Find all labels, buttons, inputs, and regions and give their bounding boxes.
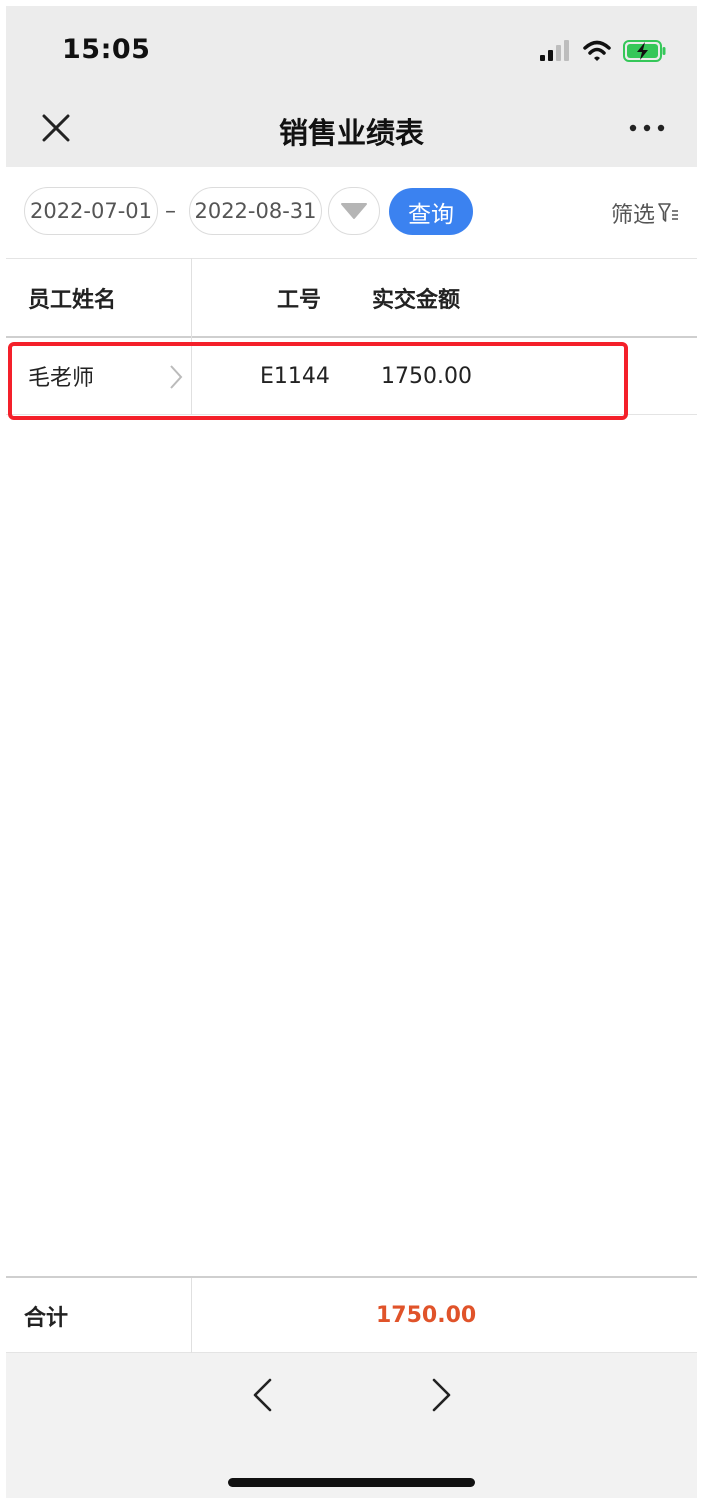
top-bar: 15:05 销售业绩表 <box>6 6 697 167</box>
summary-label: 合计 <box>24 1305 69 1331</box>
battery-charging-icon <box>623 40 666 62</box>
date-separator: – <box>165 199 176 224</box>
triangle-down-icon <box>341 203 367 219</box>
filter-bar: 2022-07-01 – 2022-08-31 查询 筛选 <box>6 167 697 258</box>
bottom-toolbar <box>6 1353 697 1498</box>
date-range-dropdown[interactable] <box>328 187 380 235</box>
column-header-id: 工号 <box>277 288 322 313</box>
query-button[interactable]: 查询 <box>389 188 473 235</box>
home-indicator <box>228 1478 475 1487</box>
summary-total: 1750.00 <box>376 1303 477 1328</box>
status-icons <box>539 36 667 66</box>
column-header-name: 员工姓名 <box>28 288 117 313</box>
wifi-icon <box>583 40 611 61</box>
chevron-right-nav-icon[interactable] <box>430 1377 454 1413</box>
more-icon[interactable] <box>627 116 667 140</box>
start-date-input[interactable]: 2022-07-01 <box>24 187 158 235</box>
filter-button[interactable]: 筛选 <box>611 197 679 229</box>
filter-icon <box>658 203 678 222</box>
signal-icon <box>540 40 569 61</box>
end-date-input[interactable]: 2022-08-31 <box>189 187 322 235</box>
page-title: 销售业绩表 <box>278 116 424 150</box>
chevron-left-icon[interactable] <box>250 1377 274 1413</box>
app-frame: 15:05 销售业绩表 2022-07-01 – 2022-08-31 查询 筛… <box>6 6 697 1498</box>
summary-row: 合计 1750.00 <box>6 1276 697 1353</box>
summary-divider <box>191 1278 192 1353</box>
row-highlight-box <box>8 342 628 420</box>
status-time: 15:05 <box>62 34 151 65</box>
filter-label: 筛选 <box>610 203 655 228</box>
table-header: 员工姓名 工号 实交金额 <box>6 258 697 338</box>
column-header-amount: 实交金额 <box>372 288 461 313</box>
